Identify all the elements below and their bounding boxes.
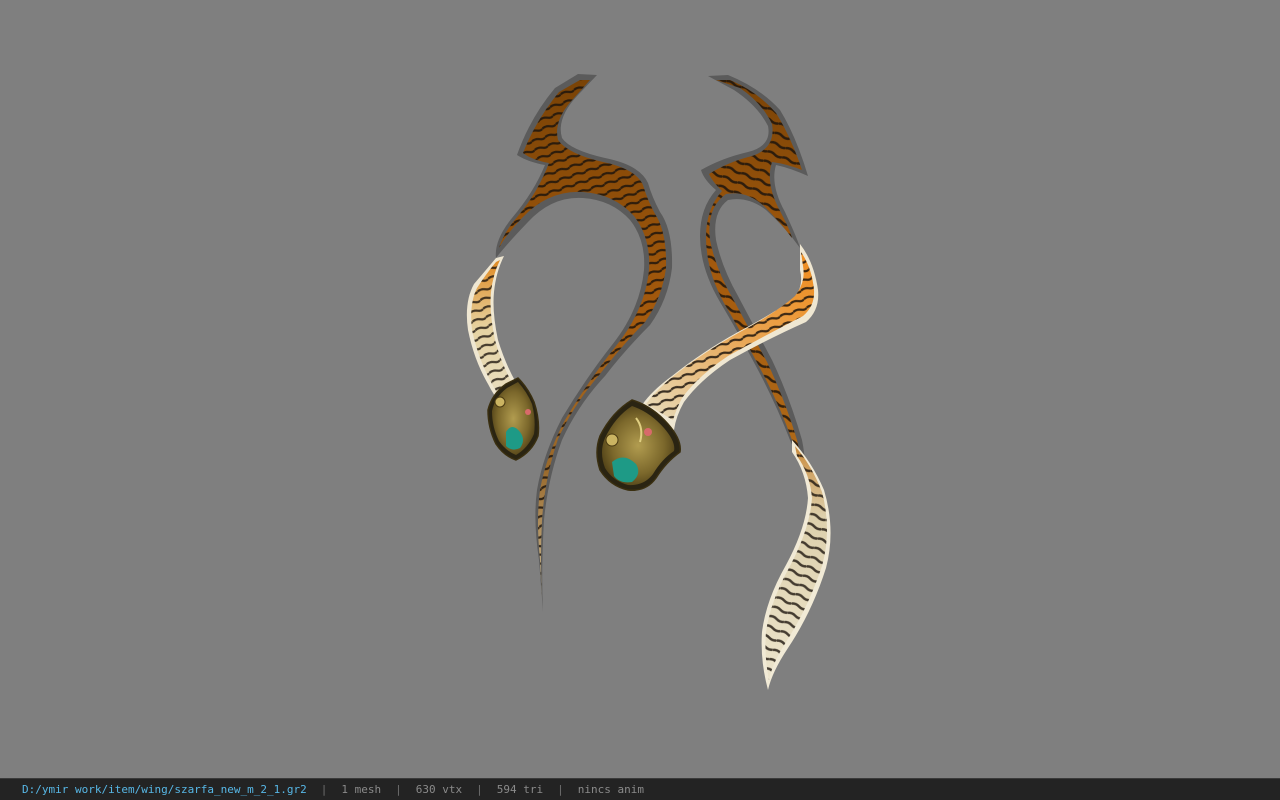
status-separator: | bbox=[476, 783, 483, 796]
right-tail-ribbon bbox=[761, 440, 831, 690]
left-ribbon bbox=[466, 256, 518, 402]
status-separator: | bbox=[557, 783, 564, 796]
file-path: D:/ymir work/item/wing/szarfa_new_m_2_1.… bbox=[22, 783, 307, 796]
triangle-count: 594 tri bbox=[496, 783, 544, 796]
status-bar: D:/ymir work/item/wing/szarfa_new_m_2_1.… bbox=[0, 778, 1280, 800]
left-claw-band bbox=[495, 74, 673, 612]
model-preview bbox=[466, 74, 831, 690]
3d-viewport[interactable] bbox=[0, 0, 1280, 778]
mesh-count: 1 mesh bbox=[341, 783, 382, 796]
vertex-count: 630 vtx bbox=[415, 783, 463, 796]
status-separator: | bbox=[395, 783, 402, 796]
right-claw-band bbox=[700, 75, 808, 470]
status-separator: | bbox=[320, 783, 328, 796]
animation-status: nincs anim bbox=[577, 783, 644, 796]
